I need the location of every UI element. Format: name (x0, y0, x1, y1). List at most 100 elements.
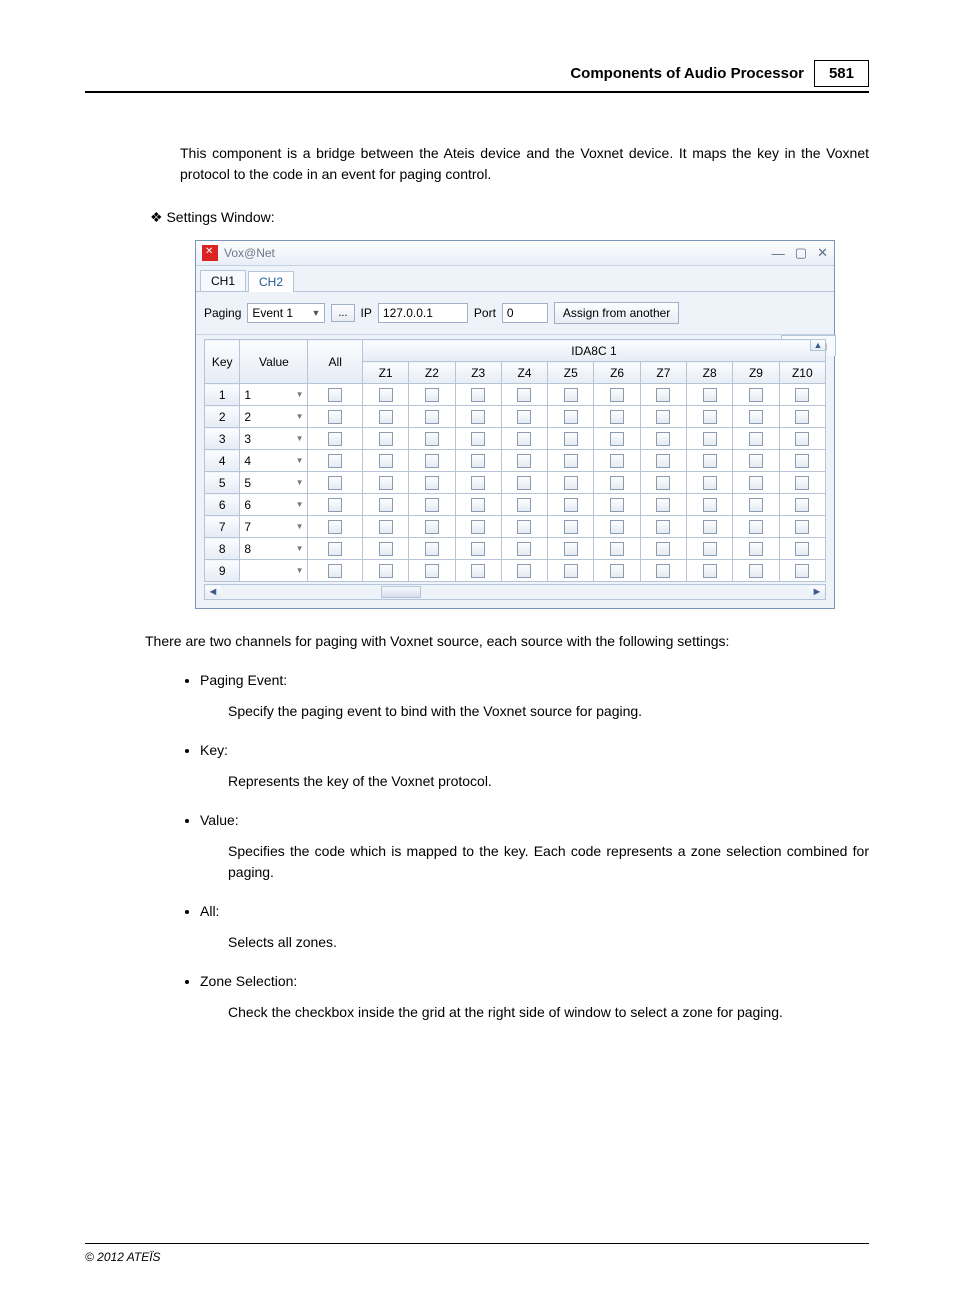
checkbox[interactable] (379, 432, 393, 446)
cell-zone[interactable] (640, 560, 686, 582)
cell-zone[interactable] (409, 516, 455, 538)
cell-zone[interactable] (779, 516, 825, 538)
checkbox[interactable] (795, 388, 809, 402)
cell-zone[interactable] (455, 406, 501, 428)
cell-all[interactable] (308, 450, 362, 472)
cell-zone[interactable] (501, 472, 547, 494)
cell-zone[interactable] (409, 494, 455, 516)
cell-all[interactable] (308, 538, 362, 560)
close-button[interactable]: ✕ (817, 245, 828, 261)
cell-all[interactable] (308, 560, 362, 582)
cell-zone[interactable] (779, 494, 825, 516)
cell-value[interactable]: ▼ (240, 560, 308, 582)
checkbox[interactable] (610, 542, 624, 556)
checkbox[interactable] (379, 564, 393, 578)
cell-zone[interactable] (594, 450, 640, 472)
checkbox[interactable] (517, 520, 531, 534)
cell-zone[interactable] (594, 406, 640, 428)
cell-zone[interactable] (548, 516, 594, 538)
assign-button[interactable]: Assign from another (554, 302, 679, 324)
checkbox[interactable] (610, 388, 624, 402)
checkbox[interactable] (656, 454, 670, 468)
checkbox[interactable] (564, 476, 578, 490)
checkbox[interactable] (471, 564, 485, 578)
cell-zone[interactable] (640, 406, 686, 428)
checkbox[interactable] (471, 410, 485, 424)
cell-zone[interactable] (733, 384, 779, 406)
checkbox[interactable] (610, 410, 624, 424)
checkbox[interactable] (610, 476, 624, 490)
cell-zone[interactable] (455, 516, 501, 538)
cell-zone[interactable] (733, 428, 779, 450)
checkbox[interactable] (795, 564, 809, 578)
cell-zone[interactable] (779, 406, 825, 428)
checkbox[interactable] (795, 432, 809, 446)
checkbox[interactable] (517, 476, 531, 490)
checkbox[interactable] (749, 388, 763, 402)
checkbox[interactable] (425, 564, 439, 578)
cell-value[interactable]: 7▼ (240, 516, 308, 538)
checkbox[interactable] (564, 520, 578, 534)
checkbox[interactable] (795, 520, 809, 534)
cell-zone[interactable] (362, 428, 408, 450)
cell-zone[interactable] (362, 494, 408, 516)
checkbox[interactable] (656, 476, 670, 490)
cell-zone[interactable] (640, 384, 686, 406)
checkbox[interactable] (656, 388, 670, 402)
cell-zone[interactable] (362, 406, 408, 428)
checkbox[interactable] (425, 410, 439, 424)
tab-ch1[interactable]: CH1 (200, 270, 246, 291)
checkbox[interactable] (328, 410, 342, 424)
event-combo[interactable]: Event 1 ▼ (247, 303, 325, 323)
checkbox[interactable] (517, 388, 531, 402)
checkbox[interactable] (471, 520, 485, 534)
cell-zone[interactable] (779, 450, 825, 472)
checkbox[interactable] (564, 564, 578, 578)
scroll-track[interactable] (221, 585, 809, 599)
cell-zone[interactable] (548, 428, 594, 450)
checkbox[interactable] (425, 542, 439, 556)
cell-zone[interactable] (687, 384, 733, 406)
checkbox[interactable] (471, 498, 485, 512)
checkbox[interactable] (328, 542, 342, 556)
cell-zone[interactable] (687, 560, 733, 582)
cell-zone[interactable] (455, 428, 501, 450)
checkbox[interactable] (328, 564, 342, 578)
checkbox[interactable] (610, 454, 624, 468)
cell-zone[interactable] (687, 494, 733, 516)
cell-zone[interactable] (640, 516, 686, 538)
checkbox[interactable] (656, 542, 670, 556)
cell-zone[interactable] (548, 450, 594, 472)
checkbox[interactable] (795, 542, 809, 556)
cell-zone[interactable] (501, 428, 547, 450)
cell-zone[interactable] (687, 406, 733, 428)
checkbox[interactable] (703, 476, 717, 490)
cell-zone[interactable] (733, 516, 779, 538)
checkbox[interactable] (703, 564, 717, 578)
cell-zone[interactable] (501, 516, 547, 538)
cell-value[interactable]: 5▼ (240, 472, 308, 494)
cell-value[interactable]: 1▼ (240, 384, 308, 406)
cell-zone[interactable] (640, 428, 686, 450)
cell-zone[interactable] (362, 516, 408, 538)
checkbox[interactable] (471, 388, 485, 402)
checkbox[interactable] (749, 410, 763, 424)
checkbox[interactable] (517, 498, 531, 512)
cell-zone[interactable] (640, 472, 686, 494)
checkbox[interactable] (517, 454, 531, 468)
checkbox[interactable] (328, 498, 342, 512)
checkbox[interactable] (656, 432, 670, 446)
cell-zone[interactable] (409, 428, 455, 450)
cell-zone[interactable] (733, 450, 779, 472)
checkbox[interactable] (328, 476, 342, 490)
minimize-button[interactable]: — (772, 246, 785, 261)
ip-input[interactable] (378, 303, 468, 323)
checkbox[interactable] (749, 564, 763, 578)
checkbox[interactable] (564, 432, 578, 446)
checkbox[interactable] (795, 410, 809, 424)
cell-zone[interactable] (548, 560, 594, 582)
cell-zone[interactable] (501, 450, 547, 472)
cell-zone[interactable] (594, 472, 640, 494)
scroll-up-icon[interactable]: ▲ (810, 339, 826, 351)
checkbox[interactable] (749, 454, 763, 468)
